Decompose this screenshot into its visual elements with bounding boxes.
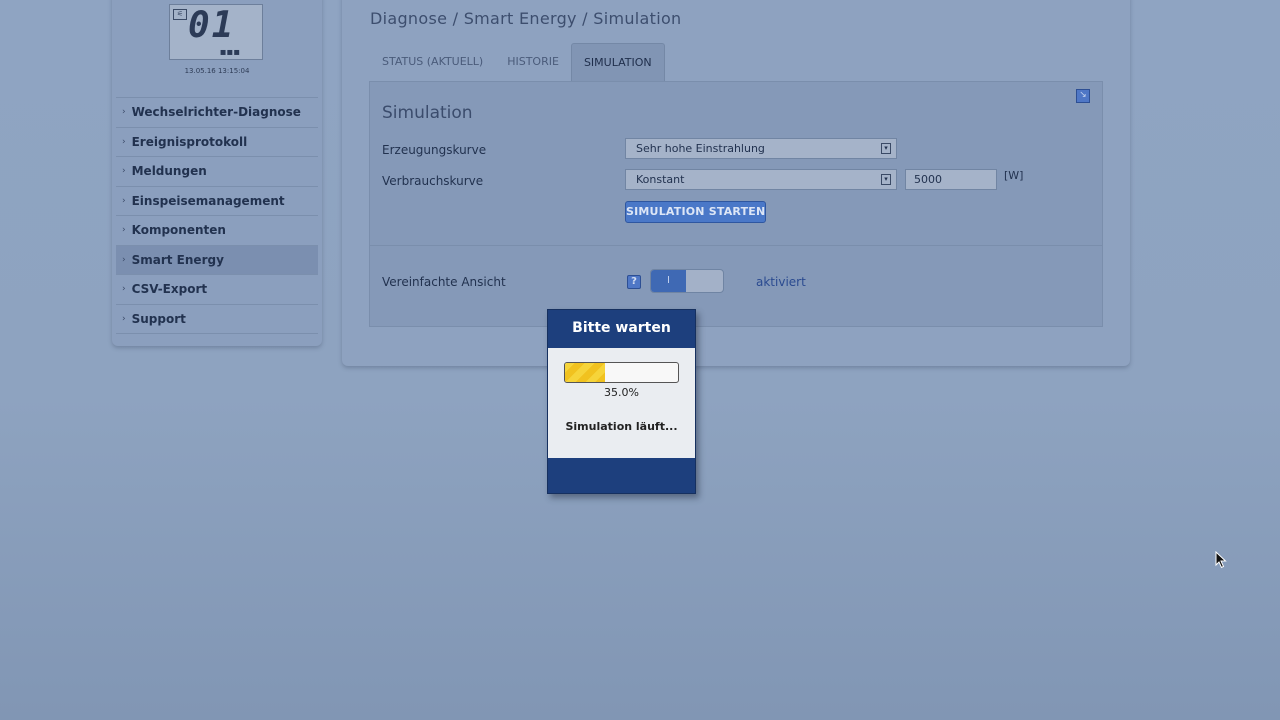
progress-percent: 35.0%	[604, 386, 639, 399]
simulation-status: Simulation läuft...	[565, 420, 678, 433]
consumption-curve-select[interactable]: Konstant ▾	[625, 169, 897, 190]
consumption-curve-label: Verbrauchskurve	[382, 174, 484, 188]
chevron-right-icon: ›	[122, 195, 126, 206]
tab-historie[interactable]: HISTORIE	[495, 43, 571, 80]
chevron-right-icon: ›	[122, 136, 126, 147]
lcd-digits: 01	[188, 5, 236, 46]
sidebar-item-label: Einspeisemanagement	[131, 193, 285, 208]
sidebar-item-csv-export[interactable]: › CSV-Export	[116, 275, 318, 305]
sidebar-item-label: CSV-Export	[131, 282, 208, 297]
tab-status-aktuell[interactable]: STATUS (AKTUELL)	[370, 43, 495, 80]
sidebar-item-support[interactable]: › Support	[116, 305, 318, 334]
generation-curve-label: Erzeugungskurve	[382, 143, 487, 157]
generation-curve-select[interactable]: Sehr hohe Einstrahlung ▾	[625, 138, 897, 159]
toggle-status-text: aktiviert	[756, 275, 806, 289]
chevron-right-icon: ›	[122, 166, 126, 177]
start-simulation-button[interactable]: SIMULATION STARTEN	[625, 201, 766, 223]
sidebar-item-label: Support	[131, 311, 186, 326]
chevron-right-icon: ›	[122, 254, 126, 265]
sidebar-item-label: Smart Energy	[131, 252, 224, 267]
power-unit: [W]	[1004, 169, 1024, 182]
sidebar-item-label: Wechselrichter-Diagnose	[131, 105, 301, 120]
section-divider	[370, 245, 1102, 246]
chevron-right-icon: ›	[122, 225, 126, 236]
simplified-view-label: Vereinfachte Ansicht	[382, 275, 506, 289]
sidebar-item-einspeisemanagement[interactable]: › Einspeisemanagement	[116, 187, 318, 216]
main-panel: Diagnose / Smart Energy / Simulation STA…	[342, 0, 1130, 366]
simulation-section: ↘ Simulation Erzeugungskurve Sehr hohe E…	[369, 81, 1103, 327]
simplified-view-toggle[interactable]: I	[650, 269, 724, 293]
lcd-status-icon: ⚟	[173, 9, 187, 20]
sidebar-item-label: Meldungen	[131, 164, 207, 179]
chevron-right-icon: ›	[122, 107, 126, 118]
lcd-timestamp: 13.05.16 13:15:04	[184, 67, 250, 75]
consumption-curve-value: Konstant	[636, 173, 685, 186]
chevron-right-icon: ›	[122, 313, 126, 324]
dialog-body: 35.0% Simulation läuft...	[548, 348, 695, 458]
sidebar-item-wechselrichter-diagnose[interactable]: › Wechselrichter-Diagnose	[116, 98, 318, 128]
chevron-right-icon: ›	[122, 284, 126, 295]
sidebar-menu: › Wechselrichter-Diagnose › Ereignisprot…	[116, 97, 318, 334]
expand-icon[interactable]: ↘	[1076, 89, 1090, 103]
tab-bar: STATUS (AKTUELL) HISTORIE SIMULATION	[370, 43, 665, 81]
chevron-down-icon: ▾	[881, 143, 891, 154]
power-input[interactable]: 5000	[905, 169, 997, 190]
sidebar-item-label: Ereignisprotokoll	[131, 134, 248, 149]
progress-bar	[564, 362, 679, 383]
sidebar-item-ereignisprotokoll[interactable]: › Ereignisprotokoll	[116, 128, 318, 157]
section-title: Simulation	[382, 103, 473, 123]
tab-simulation[interactable]: SIMULATION	[570, 43, 665, 81]
sidebar-item-smart-energy[interactable]: › Smart Energy	[116, 245, 318, 275]
sidebar-item-meldungen[interactable]: › Meldungen	[116, 157, 318, 187]
progress-bar-fill	[565, 363, 605, 382]
inverter-lcd-display: ⚟ 01 ▪▪▪	[169, 4, 263, 60]
chevron-down-icon: ▾	[881, 174, 891, 185]
mouse-cursor-icon	[1215, 551, 1227, 569]
breadcrumb: Diagnose / Smart Energy / Simulation	[370, 9, 682, 28]
help-icon[interactable]: ?	[627, 275, 641, 289]
sidebar-item-label: Komponenten	[131, 223, 226, 238]
dialog-title: Bitte warten	[572, 320, 671, 336]
sidebar: ⚟ 01 ▪▪▪ 13.05.16 13:15:04 › Wechselrich…	[112, 0, 322, 346]
toggle-on-indicator: I	[651, 270, 686, 292]
lcd-dots: ▪▪▪	[219, 47, 240, 58]
sidebar-item-komponenten[interactable]: › Komponenten	[116, 216, 318, 246]
generation-curve-value: Sehr hohe Einstrahlung	[636, 142, 765, 155]
wait-dialog: Bitte warten 35.0% Simulation läuft...	[547, 309, 696, 494]
